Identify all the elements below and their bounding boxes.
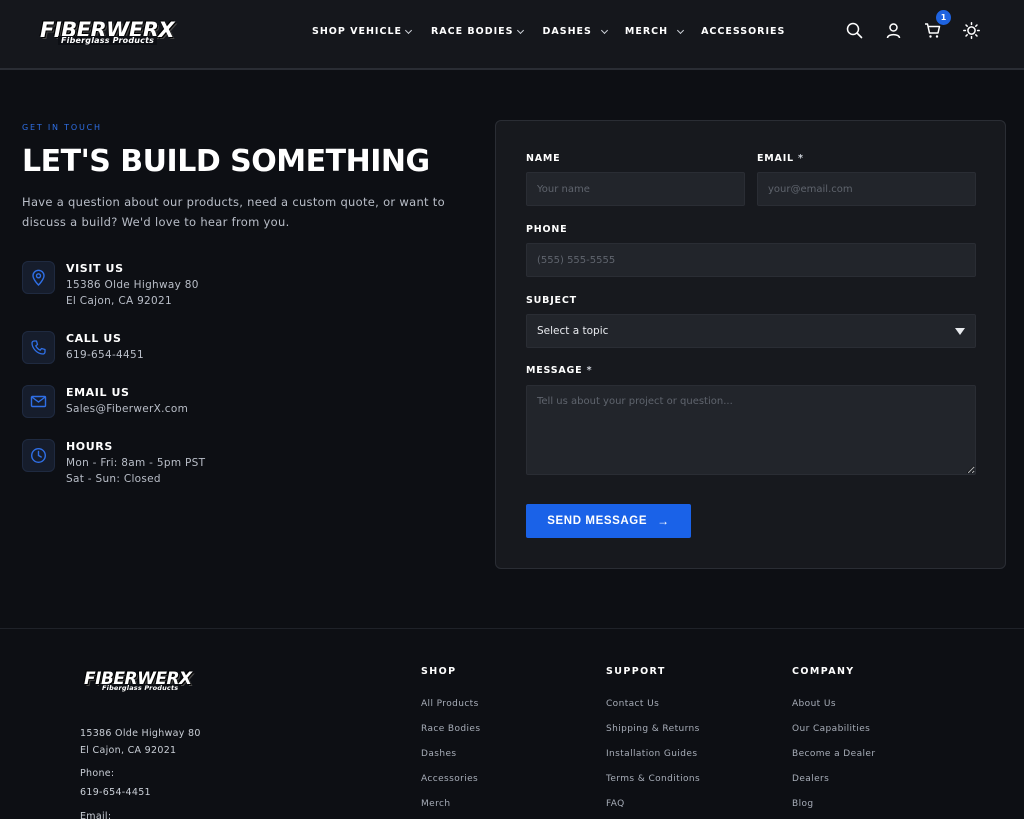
- footer-address-line: El Cajon, CA 92021: [80, 745, 177, 756]
- caret-down-icon: [955, 328, 965, 335]
- user-icon[interactable]: [885, 22, 902, 39]
- email-field[interactable]: [757, 172, 976, 206]
- mail-icon: [22, 385, 55, 418]
- footer-col-shop-title: SHOP: [421, 666, 457, 677]
- message-label: MESSAGE *: [526, 365, 592, 376]
- email-label-text: EMAIL: [757, 153, 794, 164]
- brand-logo-tagline: Fiberglass Products: [58, 36, 158, 45]
- site-header: FIBERWERX Fiberglass Products SHOP VEHIC…: [0, 0, 1024, 70]
- email-label: EMAIL *: [757, 153, 804, 164]
- subject-label-text: SUBJECT: [526, 295, 577, 306]
- contact-email-link[interactable]: Sales@FiberwerX.com: [66, 401, 188, 417]
- contact-email: EMAIL US Sales@FiberwerX.com: [22, 385, 188, 418]
- required-mark: *: [798, 153, 804, 164]
- name-field[interactable]: [526, 172, 745, 206]
- nav-item-accessories[interactable]: ACCESSORIES: [701, 26, 785, 37]
- contact-email-title: EMAIL US: [66, 386, 130, 399]
- footer-link[interactable]: Shipping & Returns: [606, 724, 700, 734]
- phone-label: PHONE: [526, 224, 567, 235]
- footer-link[interactable]: FAQ: [606, 799, 625, 809]
- phone-field[interactable]: [526, 243, 976, 277]
- footer-link[interactable]: Blog: [792, 799, 814, 809]
- nav-item-label: ACCESSORIES: [701, 26, 786, 37]
- subject-select[interactable]: Select a topic: [526, 314, 976, 348]
- footer-logo[interactable]: FIBERWERX Fiberglass Products: [84, 669, 196, 693]
- contact-call: CALL US 619-654-4451: [22, 331, 144, 364]
- subject-label: SUBJECT: [526, 295, 577, 306]
- footer-link[interactable]: Become a Dealer: [792, 749, 875, 759]
- phone-label-text: PHONE: [526, 224, 568, 235]
- nav-item-label: RACE BODIES: [430, 26, 514, 37]
- subject-select-value: Select a topic: [537, 325, 609, 337]
- contact-form: NAME EMAIL * PHONE SUBJECT Select a topi…: [495, 120, 1006, 569]
- send-message-label: SEND MESSAGE: [547, 515, 648, 527]
- footer-link[interactable]: Accessories: [421, 774, 478, 784]
- phone-icon: [22, 331, 55, 364]
- cart-icon[interactable]: 1: [924, 10, 951, 39]
- footer-email-label: Email:: [80, 811, 112, 819]
- footer-link[interactable]: Our Capabilities: [792, 724, 870, 734]
- footer-address-line: 15386 Olde Highway 80: [80, 728, 201, 739]
- name-label: NAME: [526, 153, 560, 164]
- arrow-right-icon: →: [657, 514, 670, 528]
- nav-item-dashes[interactable]: DASHES: [542, 26, 608, 37]
- footer-link[interactable]: Contact Us: [606, 699, 659, 709]
- contact-hours-title: HOURS: [66, 440, 113, 453]
- contact-visit-title: VISIT US: [66, 262, 124, 275]
- footer-phone-label: Phone:: [80, 768, 115, 779]
- search-icon[interactable]: [846, 22, 863, 39]
- contact-hours-line: Mon - Fri: 8am - 5pm PST: [66, 457, 206, 469]
- footer-link[interactable]: Race Bodies: [421, 724, 480, 734]
- nav-item-label: DASHES: [542, 26, 592, 37]
- footer-link[interactable]: Dashes: [421, 749, 456, 759]
- nav-item-label: SHOP VEHICLE: [312, 26, 402, 37]
- footer-col-support-title: SUPPORT: [606, 666, 666, 677]
- footer-link[interactable]: All Products: [421, 699, 479, 709]
- chevron-down-icon: [600, 26, 608, 34]
- contact-phone-link[interactable]: 619-654-4451: [66, 347, 144, 363]
- message-label-text: MESSAGE: [526, 365, 583, 376]
- chevron-down-icon: [516, 26, 524, 34]
- contact-visit: VISIT US 15386 Olde Highway 80 El Cajon,…: [22, 261, 199, 309]
- nav-item-race-bodies[interactable]: RACE BODIES: [430, 26, 524, 37]
- footer-logo-tagline: Fiberglass Products: [99, 684, 182, 692]
- sun-icon[interactable]: [963, 22, 980, 39]
- contact-hours: HOURS Mon - Fri: 8am - 5pm PST Sat - Sun…: [22, 439, 205, 487]
- main-nav: SHOP VEHICLE RACE BODIES DASHES MERCH AC…: [312, 26, 805, 37]
- contact-call-title: CALL US: [66, 332, 122, 345]
- contact-visit-line: El Cajon, CA 92021: [66, 295, 172, 307]
- footer-link[interactable]: About Us: [792, 699, 836, 709]
- section-eyebrow: GET IN TOUCH: [22, 123, 102, 132]
- name-label-text: NAME: [526, 153, 561, 164]
- clock-icon: [22, 439, 55, 472]
- header-actions: 1: [846, 10, 980, 39]
- map-pin-icon: [22, 261, 55, 294]
- site-footer: FIBERWERX Fiberglass Products: [0, 628, 1024, 819]
- brand-logo[interactable]: FIBERWERX Fiberglass Products: [40, 18, 178, 46]
- required-mark: *: [586, 365, 593, 376]
- footer-phone-link[interactable]: 619-654-4451: [80, 784, 151, 801]
- nav-item-merch[interactable]: MERCH: [624, 26, 685, 37]
- footer-col-company-title: COMPANY: [792, 666, 855, 677]
- page-title: LET'S BUILD SOMETHING: [22, 144, 430, 179]
- nav-item-shop-vehicle[interactable]: SHOP VEHICLE: [312, 26, 413, 37]
- footer-link[interactable]: Installation Guides: [606, 749, 697, 759]
- intro-text: Have a question about our products, need…: [22, 195, 445, 229]
- cart-count-badge: 1: [936, 10, 951, 25]
- send-message-button[interactable]: SEND MESSAGE →: [526, 504, 691, 538]
- footer-link[interactable]: Terms & Conditions: [606, 774, 700, 784]
- chevron-down-icon: [677, 26, 685, 34]
- footer-link[interactable]: Merch: [421, 799, 450, 809]
- footer-link[interactable]: Dealers: [792, 774, 829, 784]
- message-field[interactable]: [526, 385, 976, 475]
- chevron-down-icon: [404, 26, 413, 34]
- nav-item-label: MERCH: [624, 26, 669, 37]
- contact-visit-line: 15386 Olde Highway 80: [66, 279, 199, 291]
- contact-hours-line: Sat - Sun: Closed: [66, 473, 161, 485]
